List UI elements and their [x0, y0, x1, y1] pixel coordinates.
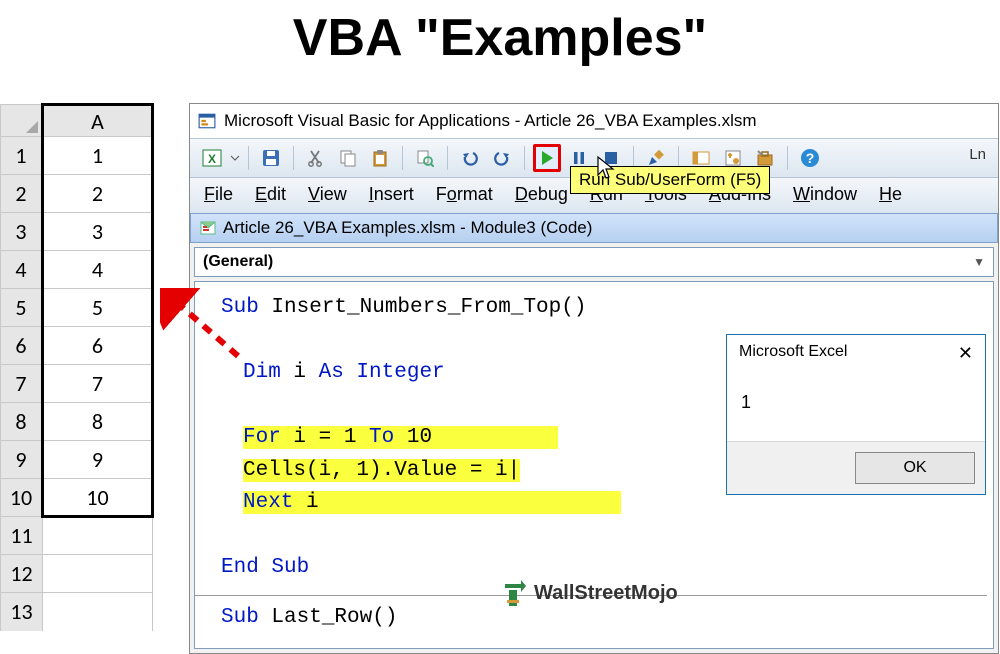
- redo-icon[interactable]: [488, 144, 516, 172]
- svg-text:?: ?: [806, 150, 815, 166]
- code-kw: Next: [243, 491, 293, 514]
- menu-file[interactable]: File: [204, 184, 233, 205]
- row-header[interactable]: 6: [1, 327, 43, 365]
- cell[interactable]: 2: [43, 175, 153, 213]
- row-header[interactable]: 7: [1, 365, 43, 403]
- run-button[interactable]: [533, 144, 561, 172]
- msgbox-title: Microsoft Excel: [739, 343, 847, 364]
- object-dropdown[interactable]: (General) ▼: [194, 247, 994, 277]
- dropdown-chevron-icon[interactable]: [230, 153, 240, 163]
- copy-icon[interactable]: [334, 144, 362, 172]
- code-text: i: [293, 491, 318, 514]
- menu-window[interactable]: Window: [793, 184, 857, 205]
- code-kw: Sub: [221, 296, 259, 319]
- help-icon[interactable]: ?: [796, 144, 824, 172]
- svg-text:X: X: [208, 152, 216, 166]
- row-header[interactable]: 12: [1, 555, 43, 593]
- code-text: i = 1: [281, 426, 369, 449]
- menu-edit[interactable]: Edit: [255, 184, 286, 205]
- row-header[interactable]: 4: [1, 251, 43, 289]
- cell[interactable]: [43, 593, 153, 631]
- msgbox-dialog: Microsoft Excel ✕ 1 OK: [726, 334, 986, 495]
- cell[interactable]: 3: [43, 213, 153, 251]
- msgbox-message: 1: [727, 372, 985, 441]
- menu-format[interactable]: Format: [436, 184, 493, 205]
- column-header-A[interactable]: A: [43, 105, 153, 137]
- module-title-text: Article 26_VBA Examples.xlsm - Module3 (…: [223, 218, 592, 238]
- spreadsheet: A 11 22 33 44 55 66 77 88 99 1010 11 12 …: [0, 103, 154, 654]
- object-dropdown-value: (General): [203, 253, 273, 271]
- chevron-down-icon: ▼: [973, 255, 985, 269]
- line-col-label: Ln: [969, 146, 986, 163]
- code-kw: Dim: [243, 361, 281, 384]
- cell[interactable]: 8: [43, 403, 153, 441]
- cell[interactable]: 6: [43, 327, 153, 365]
- row-header[interactable]: 13: [1, 593, 43, 631]
- cell[interactable]: [43, 517, 153, 555]
- wallstreetmojo-icon: [500, 578, 526, 608]
- row-header[interactable]: 3: [1, 213, 43, 251]
- sheet-table[interactable]: A 11 22 33 44 55 66 77 88 99 1010 11 12 …: [0, 103, 154, 631]
- menu-view[interactable]: View: [308, 184, 347, 205]
- find-icon[interactable]: [411, 144, 439, 172]
- paste-icon[interactable]: [366, 144, 394, 172]
- code-kw: As Integer: [319, 361, 445, 384]
- code-kw: End Sub: [221, 556, 309, 579]
- close-icon[interactable]: ✕: [958, 343, 973, 364]
- menu-insert[interactable]: Insert: [369, 184, 414, 205]
- menu-debug[interactable]: Debug: [515, 184, 568, 205]
- row-header[interactable]: 5: [1, 289, 43, 327]
- watermark-text: WallStreetMojo: [534, 582, 678, 605]
- code-text: Last_Row(): [259, 606, 398, 629]
- code-text: i: [281, 361, 319, 384]
- watermark: WallStreetMojo: [500, 578, 678, 608]
- select-all-corner[interactable]: [1, 105, 43, 137]
- cell[interactable]: 9: [43, 441, 153, 479]
- module-titlebar: Article 26_VBA Examples.xlsm - Module3 (…: [190, 213, 998, 243]
- vba-titlebar: Microsoft Visual Basic for Applications …: [190, 104, 998, 138]
- cell[interactable]: 4: [43, 251, 153, 289]
- code-text: 10: [394, 426, 432, 449]
- module-icon: [199, 219, 217, 237]
- undo-icon[interactable]: [456, 144, 484, 172]
- vba-window-title: Microsoft Visual Basic for Applications …: [224, 111, 757, 131]
- msgbox-ok-button[interactable]: OK: [855, 452, 975, 484]
- row-header[interactable]: 1: [1, 137, 43, 175]
- excel-icon[interactable]: X: [198, 144, 226, 172]
- row-header[interactable]: 9: [1, 441, 43, 479]
- row-header[interactable]: 10: [1, 479, 43, 517]
- code-kw: Sub: [221, 606, 259, 629]
- cell[interactable]: 7: [43, 365, 153, 403]
- cut-icon[interactable]: [302, 144, 330, 172]
- save-icon[interactable]: [257, 144, 285, 172]
- menu-help[interactable]: He: [879, 184, 902, 205]
- code-text: Insert_Numbers_From_Top(): [259, 296, 587, 319]
- row-header[interactable]: 11: [1, 517, 43, 555]
- cell[interactable]: 1: [43, 137, 153, 175]
- code-kw: To: [369, 426, 394, 449]
- page-title: VBA "Examples": [0, 8, 1000, 68]
- run-tooltip: Run Sub/UserForm (F5): [570, 166, 770, 194]
- row-header[interactable]: 2: [1, 175, 43, 213]
- code-kw: For: [243, 426, 281, 449]
- row-header[interactable]: 8: [1, 403, 43, 441]
- vba-app-icon: [198, 112, 216, 130]
- cell[interactable]: 5: [43, 289, 153, 327]
- cell[interactable]: [43, 555, 153, 593]
- code-text: Cells(i, 1).Value = i: [243, 459, 508, 482]
- cell[interactable]: 10: [43, 479, 153, 517]
